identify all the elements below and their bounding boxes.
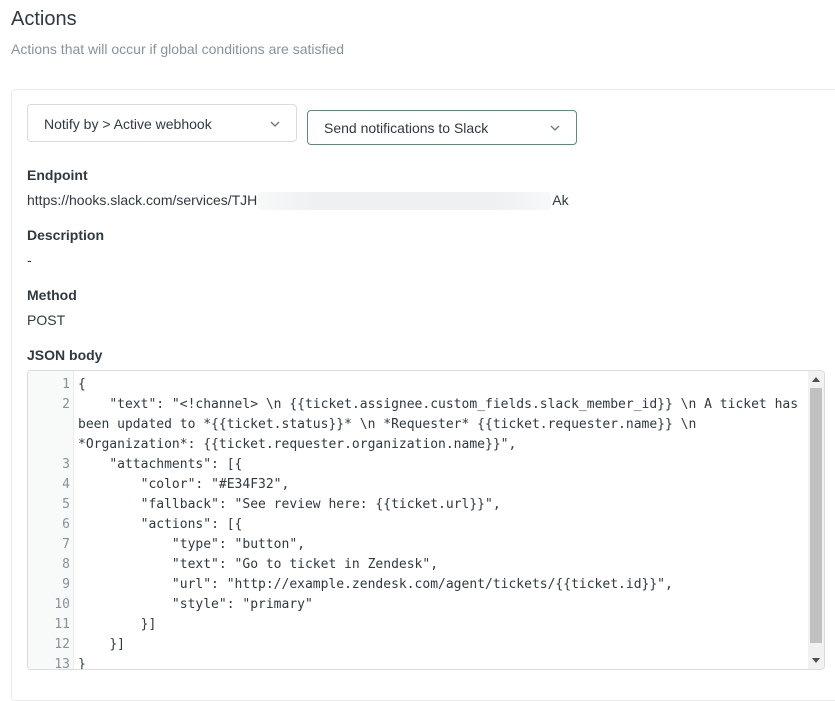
chevron-down-icon bbox=[270, 121, 280, 127]
line-number: 12 bbox=[54, 637, 70, 652]
endpoint-value: https://hooks.slack.com/services/TJH Ak bbox=[27, 192, 569, 211]
page-title: Actions bbox=[11, 8, 77, 30]
editor-scrollbar[interactable] bbox=[808, 371, 824, 669]
code-line: 8 "text": "Go to ticket in Zendesk", bbox=[28, 555, 808, 575]
line-number: 6 bbox=[62, 517, 70, 532]
endpoint-suffix: Ak bbox=[552, 192, 569, 208]
chevron-down-icon bbox=[550, 125, 560, 131]
code-text: }] bbox=[78, 637, 125, 652]
json-body-editor[interactable]: 1{2 "text": "<!channel> \n {{ticket.assi… bbox=[27, 370, 825, 670]
scroll-up-icon[interactable] bbox=[812, 377, 820, 382]
code-text: }] bbox=[78, 617, 157, 632]
code-line: 1{ bbox=[28, 375, 808, 395]
json-body-label: JSON body bbox=[27, 347, 103, 363]
webhook-select-value: Send notifications to Slack bbox=[324, 120, 489, 136]
line-number: 9 bbox=[62, 577, 70, 592]
code-text: "url": "http://example.zendesk.com/agent… bbox=[78, 577, 673, 592]
code-text: } bbox=[78, 657, 86, 670]
code-line: 6 "actions": [{ bbox=[28, 515, 808, 535]
redacted-region bbox=[258, 192, 552, 211]
code-text: "fallback": "See review here: {{ticket.u… bbox=[78, 497, 501, 512]
code-line: 11 }] bbox=[28, 615, 808, 635]
code-text: "text": "Go to ticket in Zendesk", bbox=[78, 557, 439, 572]
code-line: 12 }] bbox=[28, 635, 808, 655]
line-number: 10 bbox=[54, 597, 70, 612]
code-line: 4 "color": "#E34F32", bbox=[28, 475, 808, 495]
line-number: 1 bbox=[62, 377, 70, 392]
line-number: 11 bbox=[54, 617, 70, 632]
code-line: 13} bbox=[28, 655, 808, 670]
code-text: "text": "<!channel> \n {{ticket.assignee… bbox=[78, 397, 806, 452]
code-text: "color": "#E34F32", bbox=[78, 477, 290, 492]
code-line: 7 "type": "button", bbox=[28, 535, 808, 555]
webhook-select[interactable]: Send notifications to Slack bbox=[307, 110, 577, 145]
line-number: 2 bbox=[62, 397, 70, 412]
code-text: "attachments": [{ bbox=[78, 457, 243, 472]
endpoint-label: Endpoint bbox=[27, 167, 88, 183]
code-line: 9 "url": "http://example.zendesk.com/age… bbox=[28, 575, 808, 595]
endpoint-prefix: https://hooks.slack.com/services/TJH bbox=[27, 192, 258, 208]
code-line: 3 "attachments": [{ bbox=[28, 455, 808, 475]
line-number: 5 bbox=[62, 497, 70, 512]
scroll-down-icon[interactable] bbox=[812, 658, 820, 663]
method-label: Method bbox=[27, 287, 77, 303]
code-text: "actions": [{ bbox=[78, 517, 243, 532]
code-line: 2 "text": "<!channel> \n {{ticket.assign… bbox=[28, 395, 808, 455]
code-area[interactable]: 1{2 "text": "<!channel> \n {{ticket.assi… bbox=[28, 375, 808, 670]
line-number: 13 bbox=[54, 657, 70, 670]
notify-by-select-value: Notify by > Active webhook bbox=[44, 116, 212, 132]
line-number: 8 bbox=[62, 557, 70, 572]
code-text: "style": "primary" bbox=[78, 597, 313, 612]
method-value: POST bbox=[27, 312, 66, 328]
description-value: - bbox=[27, 252, 32, 268]
code-text: { bbox=[78, 377, 86, 392]
notify-by-select[interactable]: Notify by > Active webhook bbox=[27, 104, 297, 142]
line-number: 3 bbox=[62, 457, 70, 472]
page-subtitle: Actions that will occur if global condit… bbox=[11, 41, 345, 57]
scrollbar-thumb[interactable] bbox=[810, 388, 822, 643]
code-line: 10 "style": "primary" bbox=[28, 595, 808, 615]
code-line: 5 "fallback": "See review here: {{ticket… bbox=[28, 495, 808, 515]
code-text: "type": "button", bbox=[78, 537, 305, 552]
description-label: Description bbox=[27, 227, 105, 243]
line-number: 7 bbox=[62, 537, 70, 552]
line-number: 4 bbox=[62, 477, 70, 492]
